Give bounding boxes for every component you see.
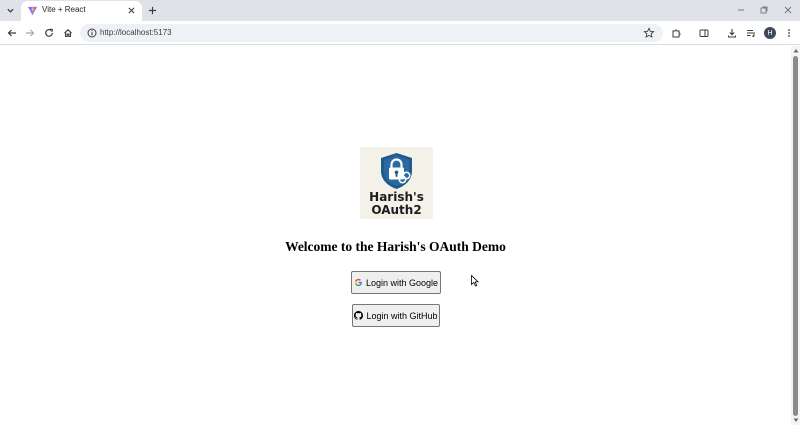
media-controls-icon — [747, 30, 755, 38]
arrow-up-icon — [793, 49, 798, 53]
tab-title: Vite + React — [42, 5, 86, 14]
logo-text-line2: OAuth2 — [371, 203, 422, 217]
google-icon — [354, 278, 362, 287]
media-controls-button[interactable] — [744, 26, 758, 40]
active-tab[interactable]: Vite + React — [21, 1, 142, 21]
scroll-up-button[interactable] — [792, 47, 799, 54]
reload-button[interactable] — [42, 26, 56, 40]
extensions-button[interactable] — [669, 26, 683, 40]
login-google-button[interactable]: Login with Google — [351, 271, 441, 294]
minimize-button[interactable] — [734, 4, 748, 16]
menu-icon — [788, 29, 790, 37]
new-tab-icon — [148, 6, 157, 15]
back-icon — [7, 29, 16, 37]
vite-icon — [27, 5, 38, 16]
scroll-down-button[interactable] — [792, 417, 799, 424]
restore-icon — [760, 6, 768, 14]
menu-button[interactable] — [782, 26, 796, 40]
forward-icon — [26, 29, 35, 37]
login-google-label: Login with Google — [365, 277, 439, 288]
side-panel-button[interactable] — [697, 26, 711, 40]
tab-close-button[interactable] — [126, 5, 137, 16]
back-button[interactable] — [5, 26, 19, 40]
address-url[interactable]: http://localhost:5173 — [100, 28, 172, 37]
home-icon — [64, 29, 72, 38]
page-viewport: Harish's OAuth2 Welcome to the Harish's … — [0, 46, 791, 425]
close-icon — [128, 7, 135, 14]
github-icon — [354, 311, 364, 320]
window-close-button[interactable] — [781, 4, 795, 16]
oauth-logo: Harish's OAuth2 — [360, 147, 433, 219]
forward-button[interactable] — [23, 26, 37, 40]
downloads-button[interactable] — [725, 26, 739, 40]
reload-icon — [45, 28, 54, 37]
mouse-cursor-icon — [471, 275, 479, 287]
page-scrollbar[interactable] — [791, 46, 800, 425]
home-button[interactable] — [61, 26, 75, 40]
arrow-down-icon — [793, 418, 798, 422]
profile-avatar[interactable]: H — [764, 27, 776, 39]
address-bar[interactable]: http://localhost:5173 — [80, 24, 663, 42]
extensions-icon — [672, 29, 681, 38]
restore-button[interactable] — [757, 4, 771, 16]
scroll-thumb[interactable] — [793, 56, 798, 416]
browser-toolbar: http://localhost:5173 — [0, 21, 800, 45]
tab-list-button[interactable] — [3, 3, 18, 18]
side-panel-icon — [699, 29, 709, 37]
minimize-icon — [738, 9, 744, 11]
new-tab-button[interactable] — [146, 4, 159, 17]
shield-lock-icon — [381, 153, 412, 189]
site-info-icon[interactable] — [86, 27, 98, 39]
bookmark-star-icon[interactable] — [643, 27, 655, 39]
window-close-icon — [784, 6, 792, 14]
tab-strip: Vite + React — [0, 0, 800, 21]
login-github-button[interactable]: Login with GitHub — [352, 304, 440, 327]
downloads-icon — [727, 29, 737, 38]
chevron-down-icon — [7, 8, 14, 13]
page-title: Welcome to the Harish's OAuth Demo — [285, 239, 506, 254]
login-github-label: Login with GitHub — [366, 310, 438, 321]
